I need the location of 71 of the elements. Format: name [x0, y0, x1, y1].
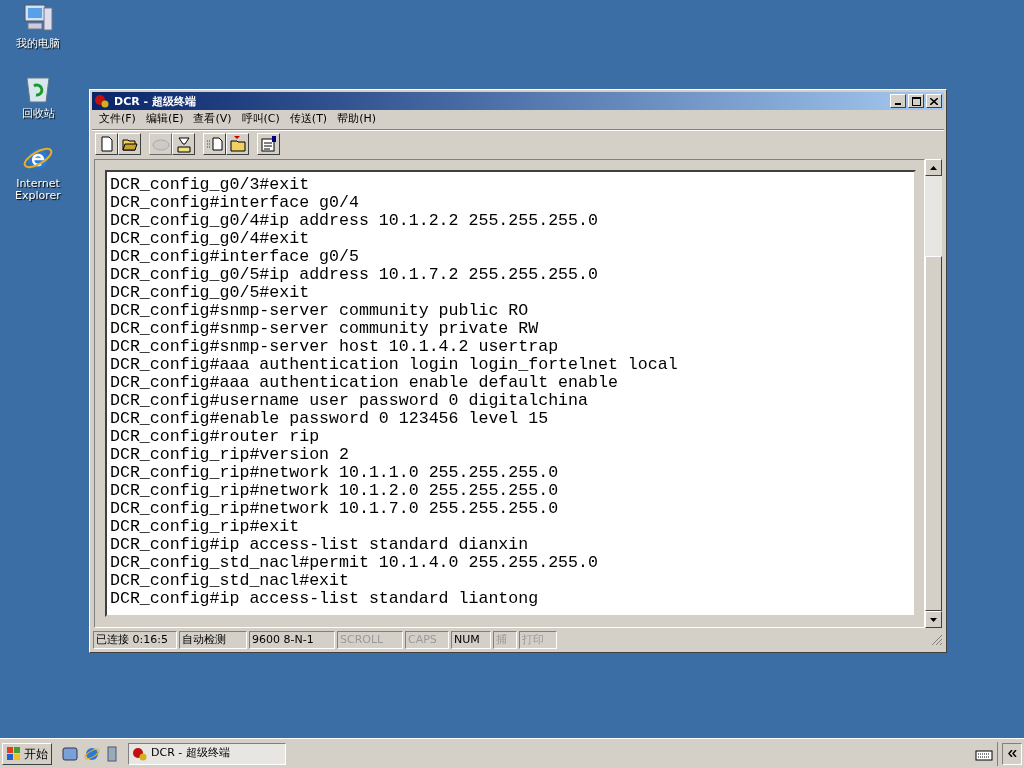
status-field: 已连接 0:16:5: [93, 631, 177, 649]
terminal-line: DCR_config#snmp-server community private RW: [110, 320, 540, 338]
desktop-icon-label[interactable]: 回收站: [21, 108, 55, 120]
terminal-line: DCR_config_rip#network 10.1.7.0 255.255.255.0: [110, 500, 560, 518]
app-icon: [94, 94, 110, 108]
terminal-line: DCR_config_g0/4#exit: [110, 230, 311, 248]
maximize-button[interactable]: [908, 94, 924, 108]
maximize-icon: [911, 96, 921, 106]
terminal-line: DCR_config#snmp-server host 10.1.4.2 usertrap: [110, 338, 560, 356]
terminal-line: DCR_config#username user password 0 digitalchina: [110, 392, 589, 410]
toolbar-button[interactable]: [203, 133, 226, 155]
scroll-down-button[interactable]: [925, 611, 942, 628]
down-arrow-icon: [930, 617, 937, 622]
terminal-line: DCR_config#interface g0/5: [110, 248, 360, 266]
terminal-line: DCR_config#snmp-server community public RO: [110, 302, 530, 320]
menu-item[interactable]: 传送(T): [284, 111, 333, 128]
terminal-line: DCR_config_rip#exit: [110, 518, 301, 536]
terminal-line: DCR_config_g0/5#ip address 10.1.7.2 255.255.255.0: [110, 266, 599, 284]
menu-item[interactable]: 帮助(H): [332, 111, 381, 128]
status-field: 9600 8-N-1: [249, 631, 335, 649]
terminal-line: DCR_config_std_nacl#exit: [110, 572, 350, 590]
terminal-line: DCR_config#ip access-list standard liantong: [110, 590, 540, 608]
close-button[interactable]: [926, 94, 942, 108]
properties-icon: [259, 135, 278, 153]
toolbar-button[interactable]: [172, 133, 195, 155]
terminal-line: DCR_config#router rip: [110, 428, 321, 446]
vertical-scrollbar[interactable]: [925, 159, 942, 628]
terminal-line: DCR_config#ip access-list standard dianxin: [110, 536, 530, 554]
show-tray-button[interactable]: [1002, 742, 1022, 765]
status-field: NUM: [451, 631, 491, 649]
taskbar-task-button[interactable]: DCR - 超级终端: [128, 742, 286, 765]
terminal-line: DCR_config#interface g0/4: [110, 194, 360, 212]
folder-icon: [121, 136, 138, 152]
terminal-line: DCR_config#aaa authentication enable default enable: [110, 374, 619, 392]
toolbar-button[interactable]: [226, 133, 249, 155]
menu-item[interactable]: 文件(F): [94, 111, 141, 128]
chevron-left-icon: [1007, 750, 1017, 757]
app-icon: [132, 746, 148, 761]
window-title: DCR - 超级终端: [114, 95, 197, 107]
terminal-line: DCR_config_g0/4#ip address 10.1.2.2 255.255.255.0: [110, 212, 599, 230]
terminal-line: DCR_config#enable password 0 123456 level 15: [110, 410, 550, 428]
status-field: CAPS: [405, 631, 449, 649]
status-field: 自动检测: [179, 631, 247, 649]
scrollbar-thumb[interactable]: [925, 256, 942, 611]
toolbar-button[interactable]: [118, 133, 141, 155]
menu-item[interactable]: 呼叫(C): [236, 111, 285, 128]
terminal-line: DCR_config_g0/5#exit: [110, 284, 311, 302]
up-arrow-icon: [930, 165, 937, 170]
menu-item[interactable]: 编辑(E): [140, 111, 189, 128]
toolbar-button[interactable]: [257, 133, 280, 155]
desktop-icon-label[interactable]: 我的电脑: [16, 38, 60, 50]
terminal-line: DCR_config_g0/3#exit: [110, 176, 311, 194]
send-file-icon: [205, 136, 224, 152]
scroll-up-button[interactable]: [925, 159, 942, 176]
terminal-line: DCR_config_rip#network 10.1.1.0 255.255.255.0: [110, 464, 560, 482]
terminal-line: DCR_config_rip#version 2: [110, 446, 350, 464]
receive-file-icon: [228, 136, 247, 152]
menu-item[interactable]: 查看(V): [188, 111, 237, 128]
terminal-line: DCR_config#aaa authentication login login_fortelnet local: [110, 356, 679, 374]
terminal-line: DCR_config_std_nacl#permit 10.1.4.0 255.255.255.0: [110, 554, 599, 572]
close-icon: [930, 97, 938, 105]
start-button[interactable]: 开始: [2, 742, 52, 765]
browser-icon[interactable]: [84, 745, 100, 762]
toolbar-button[interactable]: [95, 133, 118, 155]
desktop-icon-label[interactable]: Internet Explorer: [0, 178, 76, 202]
status-field: SCROLL: [337, 631, 403, 649]
minimize-button[interactable]: [890, 94, 906, 108]
windows-logo-icon: [6, 745, 22, 762]
terminal-line: DCR_config_rip#network 10.1.2.0 255.255.255.0: [110, 482, 560, 500]
resize-grip-icon: [931, 634, 943, 646]
new-document-icon: [98, 136, 115, 152]
